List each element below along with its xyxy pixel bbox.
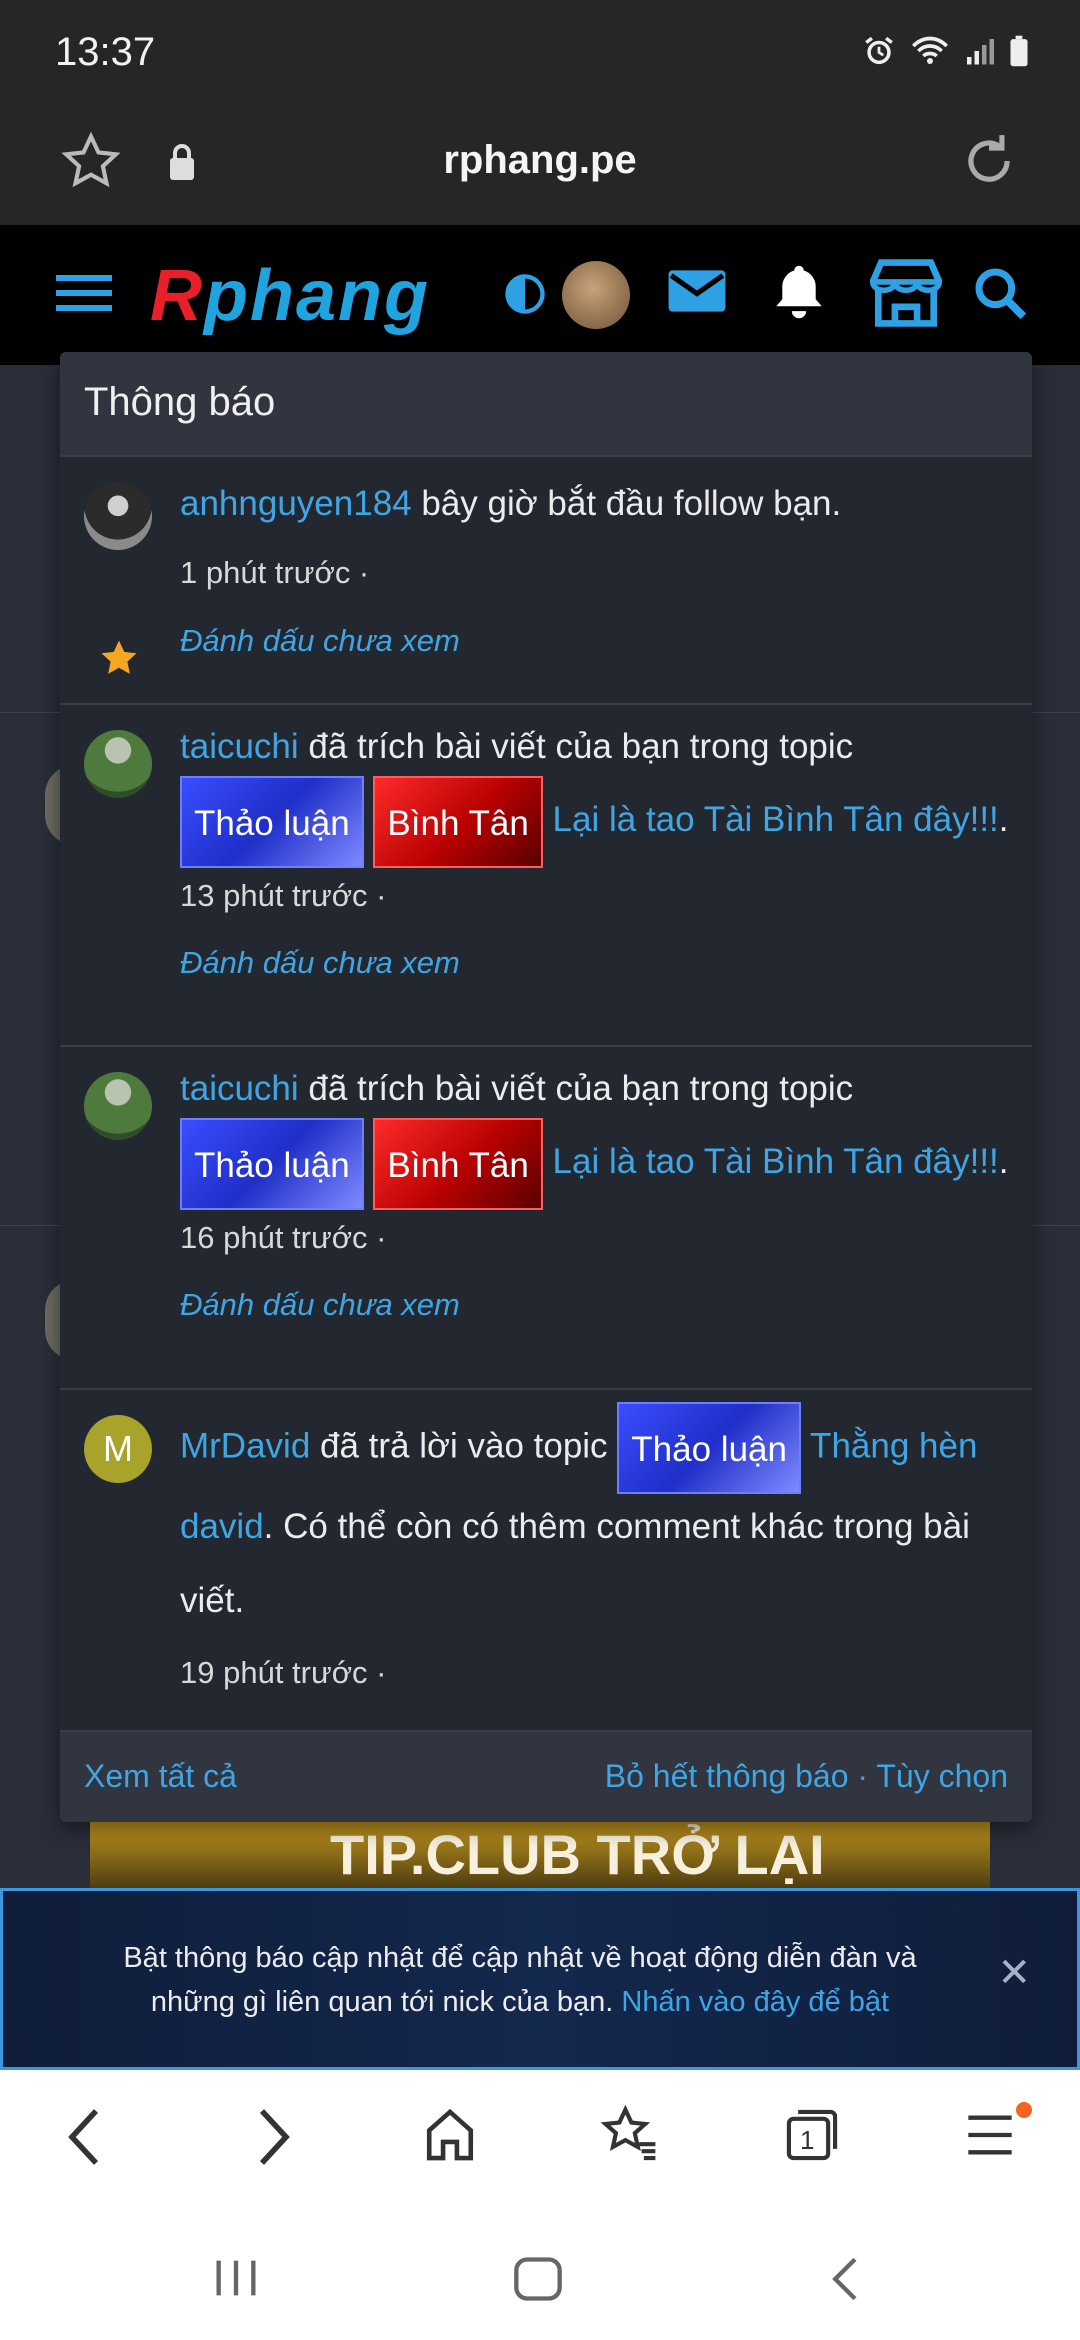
browser-url-bar: rphang.pe: [0, 110, 1080, 225]
notification-text-end: .: [998, 1142, 1009, 1181]
topic-link[interactable]: Thằng hèn: [801, 1426, 977, 1465]
notification-time: 16 phút trước ·: [180, 1220, 387, 1255]
dismiss-all-link[interactable]: Bỏ hết thông báo: [605, 1758, 849, 1794]
tab-count: 1: [800, 2125, 815, 2155]
mail-icon[interactable]: [666, 265, 728, 317]
wifi-icon: [912, 36, 948, 64]
prefix-tag-discussion[interactable]: Thảo luận: [180, 775, 364, 868]
notification-text: đã trích bài viết của bạn trong topic: [298, 1069, 854, 1108]
home-button-icon[interactable]: [512, 2255, 564, 2303]
topic-link-continued[interactable]: david: [180, 1507, 264, 1546]
topic-link[interactable]: Lại là tao Tài Bình Tân đây!!!: [553, 1142, 999, 1181]
system-nav-bar: [0, 2205, 1080, 2340]
see-all-link[interactable]: Xem tất cả: [84, 1758, 237, 1795]
notification-user[interactable]: taicuchi: [180, 727, 299, 766]
footer-actions: Bỏ hết thông báo · Tùy chọn: [605, 1758, 1008, 1795]
status-icons: [862, 34, 1030, 68]
notifications-popup: Thông báo anhnguyen184 bây giờ bắt đầu f…: [60, 352, 1032, 1822]
mark-unread-link[interactable]: Đánh dấu chưa xem: [180, 1264, 1012, 1346]
signal-icon: [967, 39, 994, 65]
forward-arrow-icon[interactable]: [254, 2105, 294, 2169]
notification-item[interactable]: anhnguyen184 bây giờ bắt đầu follow bạn.…: [60, 457, 1032, 705]
notification-avatar[interactable]: [84, 1072, 152, 1140]
enable-push-link[interactable]: Nhấn vào đây để bật: [621, 1986, 889, 2018]
browser-toolbar: 1: [0, 2070, 1080, 2205]
notification-item[interactable]: taicuchi đã trích bài viết của bạn trong…: [60, 1047, 1032, 1390]
tipclub-banner[interactable]: TIP.CLUB TRỞ LẠI: [90, 1820, 990, 1890]
notification-user[interactable]: anhnguyen184: [180, 484, 412, 523]
mark-unread-link[interactable]: Đánh dấu chưa xem: [180, 922, 1012, 1004]
site-header: Rphang: [0, 225, 1080, 365]
bookmarks-icon[interactable]: [600, 2105, 660, 2165]
notification-text-end: .: [998, 800, 1009, 839]
notification-time: 1 phút trước ·: [180, 555, 370, 590]
store-icon[interactable]: [866, 257, 946, 329]
notification-text-end: . Có thể còn có thêm comment khác trong …: [180, 1507, 970, 1620]
back-button-icon[interactable]: [826, 2255, 862, 2303]
notification-user[interactable]: MrDavid: [180, 1426, 310, 1465]
prefix-tag-binhtan[interactable]: Bình Tân: [373, 775, 543, 868]
push-notification-prompt: Bật thông báo cập nhật để cập nhật về ho…: [0, 1888, 1080, 2070]
alarm-icon: [865, 36, 893, 65]
star-badge-icon: [101, 640, 137, 674]
notification-text: bây giờ bắt đầu follow bạn.: [411, 484, 842, 523]
url-text[interactable]: rphang.pe: [0, 138, 1080, 183]
back-arrow-icon[interactable]: [64, 2105, 104, 2169]
recent-apps-icon[interactable]: [210, 2255, 262, 2301]
notification-text: đã trả lời vào topic: [310, 1426, 618, 1466]
user-avatar[interactable]: [562, 261, 630, 329]
notification-avatar-letter[interactable]: M: [84, 1415, 152, 1483]
popup-footer: Xem tất cả Bỏ hết thông báo · Tùy chọn: [60, 1730, 1032, 1822]
status-time: 13:37: [55, 30, 156, 74]
reload-icon[interactable]: [958, 130, 1020, 192]
hamburger-menu-icon[interactable]: [56, 273, 112, 313]
notification-user[interactable]: taicuchi: [180, 1069, 299, 1108]
notification-time: 13 phút trước ·: [180, 878, 387, 913]
topic-link[interactable]: Lại là tao Tài Bình Tân đây!!!: [553, 800, 999, 839]
site-logo[interactable]: Rphang: [150, 255, 430, 337]
notification-time: 19 phút trước ·: [180, 1655, 387, 1690]
notification-avatar[interactable]: [84, 482, 152, 550]
options-link[interactable]: Tùy chọn: [876, 1758, 1008, 1794]
close-icon[interactable]: ✕: [997, 1951, 1031, 1995]
tabs-icon[interactable]: 1: [782, 2105, 842, 2165]
menu-icon[interactable]: [964, 2105, 1016, 2165]
notification-avatar[interactable]: [84, 730, 152, 798]
bell-icon[interactable]: [770, 261, 828, 323]
battery-icon: [1010, 35, 1028, 67]
notification-item[interactable]: M MrDavid đã trả lời vào topic Thảo luận…: [60, 1390, 1032, 1730]
status-bar: 13:37: [0, 0, 1080, 110]
notification-dot: [1016, 2102, 1032, 2118]
search-icon[interactable]: [972, 265, 1028, 321]
mark-unread-link[interactable]: Đánh dấu chưa xem: [180, 607, 1012, 675]
prefix-tag-discussion[interactable]: Thảo luận: [617, 1402, 801, 1494]
prefix-tag-discussion[interactable]: Thảo luận: [180, 1117, 364, 1210]
home-icon[interactable]: [422, 2105, 478, 2165]
footer-separator: ·: [848, 1758, 877, 1794]
theme-toggle-icon[interactable]: [504, 273, 546, 315]
notification-item[interactable]: taicuchi đã trích bài viết của bạn trong…: [60, 705, 1032, 1047]
notification-text: đã trích bài viết của bạn trong topic: [298, 727, 854, 766]
popup-title: Thông báo: [60, 352, 1032, 457]
banner-text: TIP.CLUB TRỞ LẠI: [330, 1823, 825, 1886]
prefix-tag-binhtan[interactable]: Bình Tân: [373, 1117, 543, 1210]
